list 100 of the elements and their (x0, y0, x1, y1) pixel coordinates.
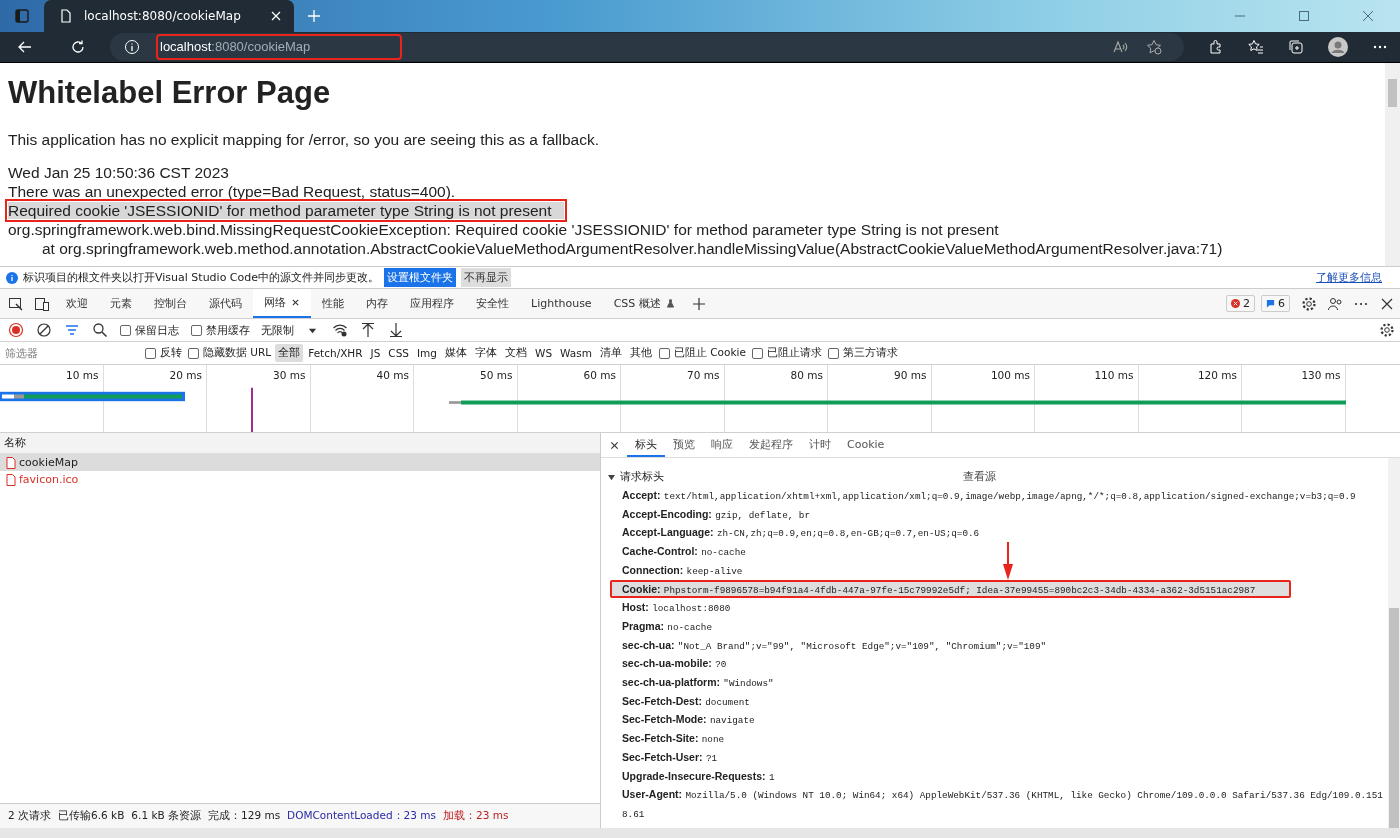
header-row-text: Accept-Encoding: gzip, deflate, br (621, 506, 812, 523)
type-filter-button[interactable]: Fetch/XHR (305, 345, 366, 361)
clear-icon[interactable] (36, 322, 52, 338)
type-filter-button[interactable]: 清单 (596, 344, 625, 362)
devtools-tab[interactable]: 元素 (99, 289, 143, 318)
filter-checkbox[interactable]: 已阻止 Cookie (658, 346, 746, 360)
people-icon[interactable] (1327, 295, 1343, 312)
devtools-tab[interactable]: 应用程序 (399, 289, 465, 318)
download-icon[interactable] (388, 322, 404, 338)
type-filter-button[interactable]: Wasm (557, 345, 595, 361)
collections-icon[interactable] (1288, 39, 1304, 55)
status-text: 2 次请求 (8, 809, 52, 823)
type-filter-button[interactable]: 文档 (502, 344, 530, 362)
document-icon (6, 456, 16, 469)
scrollbar[interactable] (1385, 63, 1400, 266)
error-count-badge[interactable]: 2 (1226, 295, 1255, 312)
filter-icon[interactable] (64, 322, 80, 338)
hide-data-urls-checkbox[interactable]: 隐藏数据 URL (188, 346, 272, 360)
throttling-dropdown[interactable]: 无限制 (261, 322, 317, 338)
page-title: Whitelabel Error Page (8, 75, 332, 111)
invert-checkbox[interactable]: 反转 (145, 346, 182, 360)
settings-icon[interactable] (1301, 295, 1317, 312)
request-row[interactable]: favicon.ico (0, 471, 600, 488)
header-row-text: Accept-Language: zh-CN,zh;q=0.9,en;q=0.8,en-GB;q=0.7,en-US;q=0.6 (621, 525, 981, 542)
header-row-text: Pragma: no-cache (621, 618, 713, 635)
detail-tab[interactable]: 计时 (801, 433, 839, 457)
time-tick-label: 60 ms (583, 369, 616, 381)
add-tab-icon[interactable] (690, 295, 707, 312)
type-filter-button[interactable]: 媒体 (442, 344, 470, 362)
type-filter-button[interactable]: WS (532, 345, 556, 361)
device-toolbar-icon[interactable] (34, 295, 50, 312)
devtools-tab[interactable]: 网络 (253, 289, 311, 318)
time-tick-label: 90 ms (894, 369, 927, 381)
close-icon[interactable] (610, 440, 619, 450)
type-filter-button[interactable]: Img (414, 345, 440, 361)
devtools-tab[interactable]: 性能 (311, 289, 355, 318)
filter-checkbox[interactable]: 第三方请求 (827, 346, 898, 360)
type-filter-button[interactable]: CSS (385, 345, 412, 361)
devtools-tab[interactable]: Lighthouse (520, 289, 603, 318)
extensions-icon[interactable] (1208, 39, 1224, 55)
record-icon[interactable] (8, 322, 24, 338)
detail-tab[interactable]: 响应 (703, 433, 741, 457)
favorites-icon[interactable] (1248, 39, 1264, 55)
devtools-tab[interactable]: CSS 概述 (602, 289, 686, 318)
view-source-link[interactable]: 查看源 (963, 470, 996, 484)
set-root-folder-button[interactable]: 设置根文件夹 (384, 268, 457, 287)
message-icon (1266, 299, 1275, 308)
info-icon (6, 271, 18, 284)
header-row-text: Connection: keep-alive (621, 562, 744, 579)
search-icon[interactable] (92, 322, 108, 338)
type-filter-button[interactable]: 其他 (626, 344, 655, 362)
close-icon[interactable] (291, 298, 300, 307)
header-row-text: Sec-Fetch-Site: none (621, 731, 726, 748)
header-row-text: sec-ch-ua: "Not_A Brand";v="99", "Microsoft Edge";v="109", "Chromium";v="109" (621, 637, 1048, 654)
new-tab-icon[interactable] (306, 8, 322, 24)
devtools-tab[interactable]: 内存 (355, 289, 399, 318)
devtools-tab[interactable]: 源代码 (198, 289, 253, 318)
learn-more-link[interactable]: 了解更多信息 (1316, 270, 1382, 285)
disable-cache-checkbox[interactable]: 禁用缓存 (191, 322, 250, 338)
favorite-add-icon[interactable] (1146, 39, 1162, 55)
type-filter-button[interactable]: 全部 (275, 344, 304, 362)
preserve-log-checkbox[interactable]: 保留日志 (120, 322, 179, 338)
info-message: 标识项目的根文件夹以打开Visual Studio Code中的源文件并同步更改。 (23, 270, 380, 285)
detail-tab[interactable]: 标头 (627, 433, 665, 457)
message-count-badge[interactable]: 6 (1261, 295, 1290, 312)
address-bar[interactable]: localhost:8080/cookieMap (110, 33, 1184, 61)
detail-tab[interactable]: 预览 (665, 433, 703, 457)
tab-actions-icon[interactable] (14, 8, 30, 24)
time-tick-label: 80 ms (790, 369, 823, 381)
refresh-icon[interactable] (70, 39, 86, 55)
page-description: This application has no explicit mapping for /error, so you are seeing this as a fallback. (8, 130, 601, 149)
url-text: localhost:8080/cookieMap (158, 36, 401, 58)
flask-icon (665, 299, 675, 308)
inspect-icon[interactable] (8, 295, 24, 312)
section-toggle[interactable]: 请求标头 (608, 470, 963, 484)
maximize-icon[interactable] (1296, 8, 1312, 24)
detail-tab[interactable]: 发起程序 (741, 433, 801, 457)
back-icon[interactable] (17, 39, 33, 55)
scrollbar[interactable] (1388, 458, 1400, 828)
read-aloud-icon[interactable] (1112, 39, 1128, 55)
exception-text: org.springframework.web.bind.MissingRequestCookieException: Required cookie 'JSESSIONID' for method parameter type String is not present (8, 220, 1000, 239)
type-filter-button[interactable]: 字体 (472, 344, 500, 362)
devtools-tab[interactable]: 控制台 (143, 289, 198, 318)
devtools-tab[interactable]: 欢迎 (55, 289, 99, 318)
settings-icon[interactable] (1379, 322, 1395, 338)
name-column-header[interactable]: 名称 (0, 433, 600, 454)
filter-checkbox[interactable]: 已阻止请求 (751, 346, 822, 360)
profile-avatar-icon[interactable] (1328, 37, 1348, 57)
browser-tab[interactable]: localhost:8080/cookieMap (44, 0, 294, 32)
header-row-text: Accept: text/html,application/xhtml+xml,application/xml;q=0.9,image/webp,image/apng,*/*;q=0.8,application/signed-exchange;v=b3;q=0.9 (621, 488, 1357, 504)
network-conditions-icon[interactable] (332, 322, 348, 338)
status-text: 完成：129 ms (208, 809, 281, 823)
devtools-tab[interactable]: 安全性 (465, 289, 520, 318)
page-icon (58, 8, 74, 24)
detail-tab[interactable]: Cookie (839, 433, 893, 457)
dismiss-button[interactable]: 不再显示 (461, 268, 512, 287)
type-filter-button[interactable]: JS (367, 345, 384, 361)
request-row[interactable]: cookieMap (0, 454, 600, 471)
upload-icon[interactable] (360, 322, 376, 338)
time-tick-label: 110 ms (1094, 369, 1134, 381)
